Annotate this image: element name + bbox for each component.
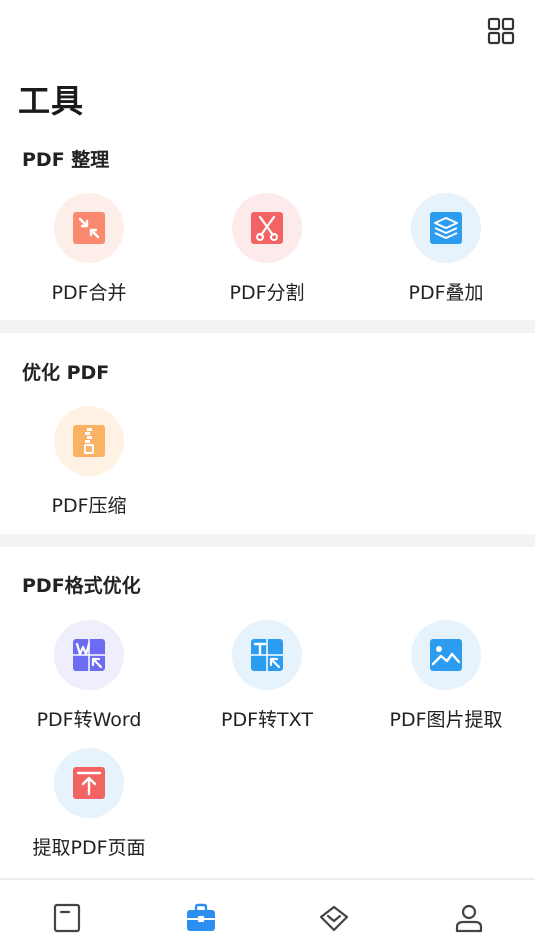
tool-label: PDF图片提取 [389,709,503,731]
scissors-icon [232,193,302,263]
tool-pdf-overlay[interactable]: PDF叠加 [357,193,535,313]
section-title-organize: PDF 整理 [22,149,110,171]
tool-pdf-split[interactable]: PDF分割 [178,193,356,313]
txt-convert-icon [232,620,302,690]
zip-icon [54,406,124,476]
tool-label: PDF压缩 [51,495,127,517]
merge-icon [54,193,124,263]
tool-label: PDF分割 [229,282,305,304]
tool-label: PDF转TXT [221,709,313,731]
tool-label: PDF合并 [51,282,127,304]
page-extract-icon [54,748,124,818]
top-bar [0,0,535,64]
tool-label: PDF转Word [36,709,142,731]
section-divider [0,320,535,333]
document-icon[interactable] [49,900,85,936]
word-convert-icon [54,620,124,690]
tool-pdf-to-txt[interactable]: PDF转TXT [178,620,356,740]
tool-pdf-compress[interactable]: PDF压缩 [0,406,178,526]
diamond-icon[interactable] [316,900,352,936]
tool-label: 提取PDF页面 [32,837,146,859]
toolbox-icon[interactable] [183,900,219,936]
tool-label: PDF叠加 [408,282,484,304]
layers-icon [411,193,481,263]
section-title-optimize: 优化 PDF [22,362,110,384]
tool-pdf-merge[interactable]: PDF合并 [0,193,178,313]
user-icon[interactable] [451,900,487,936]
section-divider [0,534,535,547]
image-extract-icon [411,620,481,690]
tool-pdf-page-extract[interactable]: 提取PDF页面 [0,748,178,868]
grid-view-icon[interactable] [486,16,516,46]
bottom-nav [0,878,535,951]
section-title-format: PDF格式优化 [22,575,141,597]
page-title: 工具 [18,82,85,120]
tool-pdf-to-word[interactable]: PDF转Word [0,620,178,740]
tool-pdf-image-extract[interactable]: PDF图片提取 [357,620,535,740]
